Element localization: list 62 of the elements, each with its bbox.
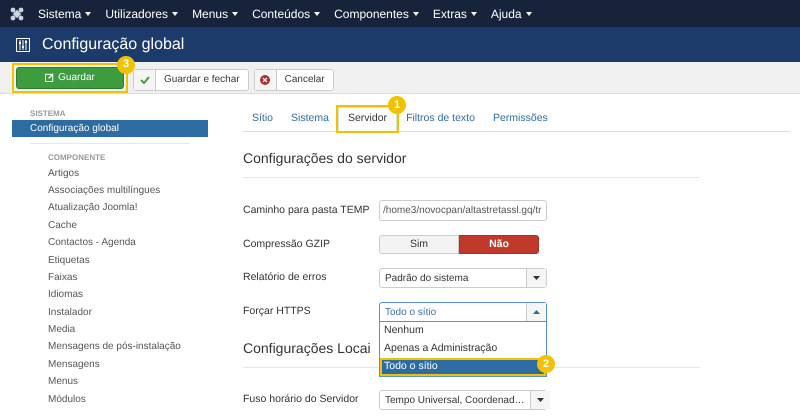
page-title: Configuração global xyxy=(42,34,184,54)
sidebar-item[interactable]: Etiquetas xyxy=(30,251,190,269)
sidebar-item[interactable]: Módulos xyxy=(30,390,190,408)
cancel-icon xyxy=(260,74,270,84)
tab[interactable]: Permissões xyxy=(484,107,557,131)
sidebar-item[interactable]: Faixas xyxy=(30,268,190,286)
menu-item[interactable]: Extras xyxy=(432,4,477,22)
sidebar-item[interactable]: Menus xyxy=(30,373,190,390)
save-close-button[interactable]: Guardar e fechar xyxy=(133,68,249,90)
field-label: Fuso horário do Servidor xyxy=(243,392,360,408)
select-field[interactable]: Todo o sítio xyxy=(379,302,547,322)
field-label: Caminho para pasta TEMP xyxy=(243,202,370,218)
menu-item[interactable]: Utilizadores xyxy=(105,4,178,22)
field-label: Relatório de erros xyxy=(243,270,328,286)
caret-down-icon xyxy=(536,398,544,402)
field-label: Compressão GZIP xyxy=(243,236,331,252)
sidebar-item[interactable]: Configuração global xyxy=(12,120,208,138)
menu-item[interactable]: Sistema xyxy=(38,4,92,22)
sidebar-item[interactable]: Atualização Joomla! xyxy=(30,199,190,217)
tab[interactable]: Servidor xyxy=(338,107,398,131)
sidebar-item[interactable]: Artigos xyxy=(30,164,190,182)
sliders-icon xyxy=(16,38,30,52)
menu-item[interactable]: Componentes xyxy=(334,4,419,22)
step-badge: 2 xyxy=(537,355,555,373)
sidebar-heading: SISTEMA xyxy=(29,108,67,120)
sidebar-item[interactable]: Contactos - Agenda xyxy=(30,234,190,252)
logo-icon xyxy=(10,6,24,20)
field-label: Forçar HTTPS xyxy=(243,304,312,320)
edit-icon xyxy=(45,73,54,82)
dropdown-option[interactable]: Nenhum xyxy=(380,322,546,340)
sidebar-item[interactable]: Mensagens xyxy=(30,356,190,374)
sidebar-item[interactable]: Instalador xyxy=(30,304,190,321)
sidebar-item[interactable]: Mensagens de pós-instalação xyxy=(30,338,190,356)
toggle-option[interactable]: Não xyxy=(459,235,539,254)
menu-item[interactable]: Conteúdos xyxy=(252,4,320,22)
select-field[interactable]: Padrão do sistema xyxy=(379,268,547,288)
sidebar-heading: COMPONENTE xyxy=(47,152,106,164)
cancel-button[interactable]: Cancelar xyxy=(254,68,334,90)
caret-down-icon xyxy=(232,12,238,16)
sidebar-item[interactable]: Associações multilíngues xyxy=(30,182,190,200)
caret-down-icon xyxy=(533,276,540,280)
text-field[interactable]: /home3/novocpan/altastretassl.gq/tr xyxy=(379,200,547,221)
caret-down-icon xyxy=(172,12,178,16)
tab[interactable]: Sítio xyxy=(243,107,282,131)
check-icon xyxy=(140,76,150,84)
sidebar-item[interactable]: Cache xyxy=(30,216,190,234)
menu-item[interactable]: Ajuda xyxy=(490,4,532,22)
tab[interactable]: Sistema xyxy=(282,107,338,131)
caret-down-icon xyxy=(85,12,92,16)
toggle-option[interactable]: Sim xyxy=(379,235,459,254)
dropdown-option[interactable]: Apenas a Administração xyxy=(380,340,546,358)
sidebar-item[interactable]: Idiomas xyxy=(30,286,190,304)
step-badge: 1 xyxy=(388,96,406,114)
sidebar-item[interactable]: Media xyxy=(30,320,190,338)
section-heading: Configurações do servidor xyxy=(243,148,700,178)
caret-down-icon xyxy=(526,12,532,16)
caret-down-icon xyxy=(314,12,320,16)
menu-item[interactable]: Menus xyxy=(192,4,238,22)
caret-down-icon xyxy=(412,12,419,16)
select-field[interactable]: Tempo Universal, Coordenad… xyxy=(379,390,547,410)
caret-down-icon xyxy=(470,12,477,16)
caret-up-icon xyxy=(533,310,540,314)
